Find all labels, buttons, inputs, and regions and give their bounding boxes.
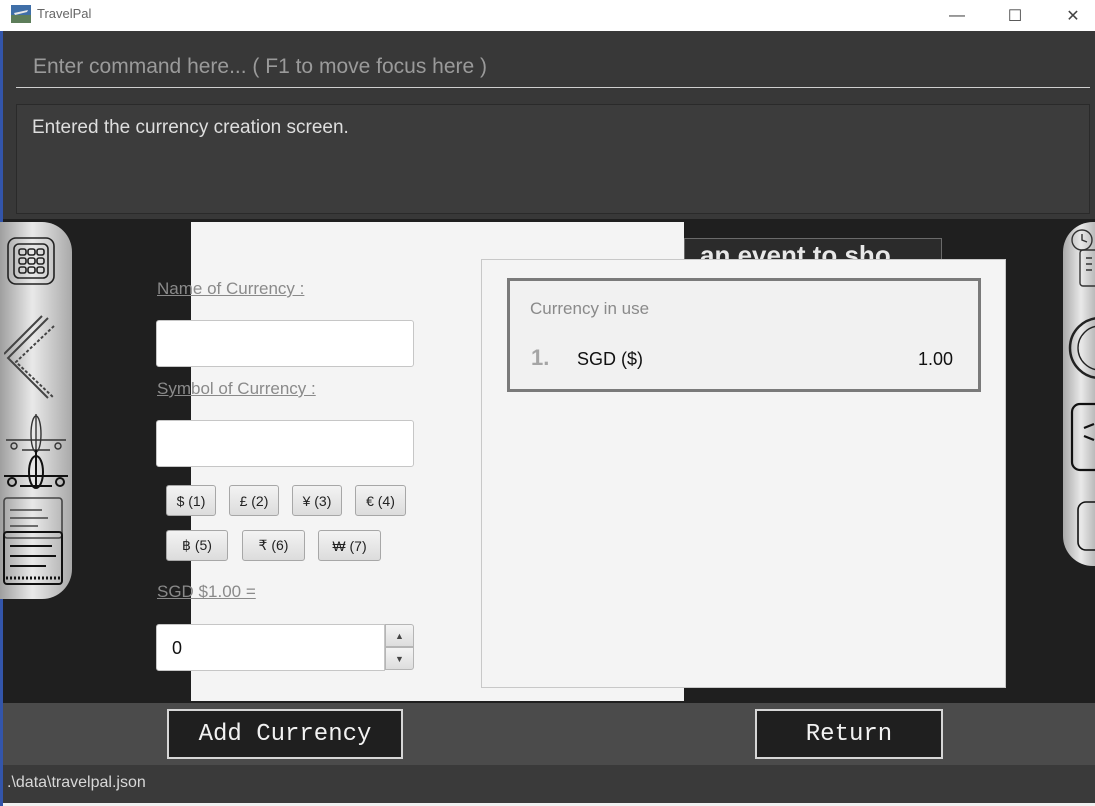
exchange-rate-field[interactable]: 0 [156,624,385,671]
window-title: TravelPal [37,6,92,21]
minimize-button[interactable]: — [934,0,980,31]
list-item-index: 1. [531,345,550,370]
add-currency-button[interactable]: Add Currency [167,709,403,759]
list-item-value: 1.00 [917,349,953,369]
calendar-grid-icon[interactable] [6,236,56,286]
maximize-button[interactable]: ☐ [992,0,1038,31]
symbol-button-dollar[interactable]: $ (1) [166,485,216,516]
command-input[interactable] [16,46,1090,88]
gauge-icon[interactable] [1066,316,1095,380]
currency-name-field[interactable] [156,320,414,367]
symbol-button-euro[interactable]: € (4) [355,485,406,516]
symbol-button-baht[interactable]: ฿ (5) [166,530,228,561]
symbol-button-rupee[interactable]: ₹ (6) [242,530,305,561]
symbol-label: Symbol of Currency : [157,379,316,398]
rate-label: SGD $1.00 = [157,582,256,601]
spin-down-button[interactable]: ▼ [385,647,414,670]
close-button[interactable]: ✕ [1050,0,1095,31]
symbol-button-pound[interactable]: £ (2) [229,485,279,516]
title-bar [0,0,1095,31]
result-message: Entered the currency creation screen. [32,117,349,138]
symbol-button-yen[interactable]: ¥ (3) [292,485,342,516]
spin-up-button[interactable]: ▲ [385,624,414,647]
status-file-path: .\data\travelpal.json [7,774,146,791]
status-bar [3,765,1095,803]
symbol-button-won[interactable]: ₩ (7) [318,530,381,561]
currency-list-card [507,278,981,392]
currency-list-title: Currency in use [530,299,650,318]
return-button[interactable]: Return [755,709,943,759]
clock-icon[interactable] [1068,228,1095,288]
airplane-icon[interactable] [2,412,70,492]
currency-symbol-field[interactable] [156,420,414,467]
name-label: Name of Currency : [157,279,305,298]
list-icon[interactable] [2,496,64,588]
wallet-icon[interactable] [1070,402,1095,552]
app-logo-icon [11,5,31,23]
chevron-left-icon[interactable] [3,314,58,402]
list-item-name: SGD ($) [577,349,644,369]
